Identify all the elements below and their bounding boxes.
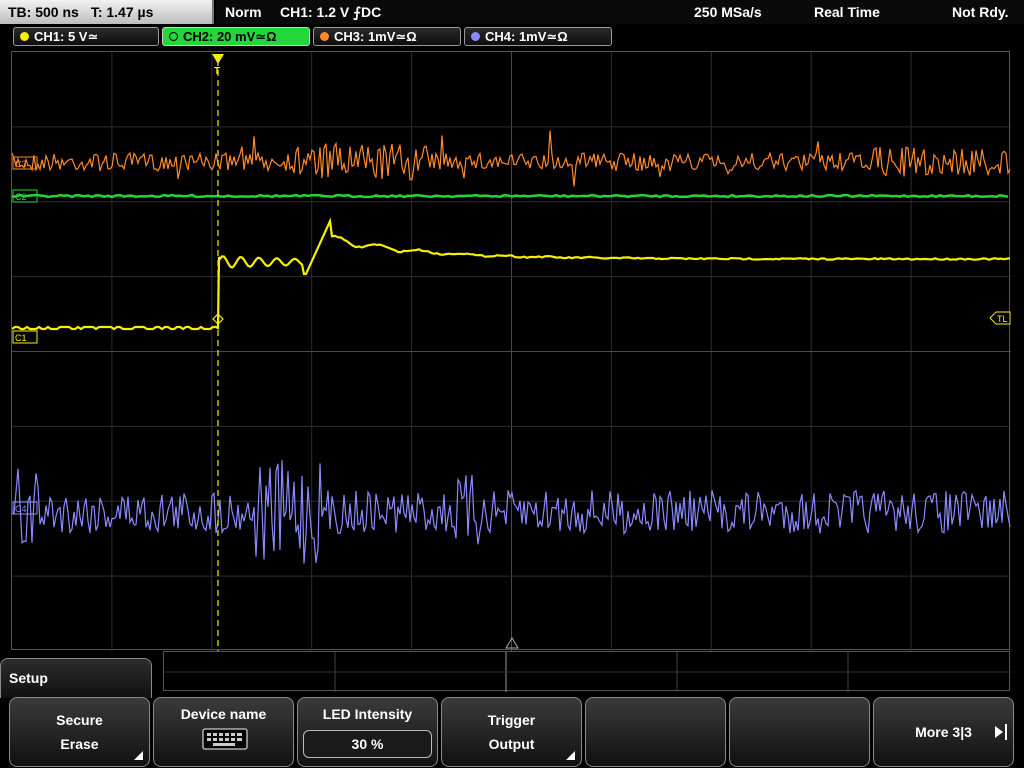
trigger-position-marker-icon[interactable] [212,54,224,64]
trigger-mode[interactable]: Norm [225,4,262,20]
secure-erase-softkey[interactable]: Secure Erase [9,697,150,767]
softkey-line1: Device name [180,706,267,722]
svg-text:C2: C2 [15,192,27,202]
waveform-svg: T C3 C2 C1 C4 TL [12,52,1011,651]
menu-title: Setup [9,670,48,686]
led-intensity-softkey[interactable]: LED Intensity 30 % [297,697,438,767]
acquisition-mode[interactable]: Real Time [814,4,880,20]
keyboard-icon [202,728,248,750]
led-intensity-value-box[interactable]: 30 % [303,730,432,758]
submenu-corner-icon [566,751,575,760]
svg-text:TL: TL [997,314,1008,324]
overview-grid [164,652,1011,692]
arrow-right-icon [995,726,1003,738]
channel-tab-ch2[interactable]: CH2: 20 mV≃Ω [162,27,310,46]
softkey-line1: LED Intensity [322,706,413,722]
empty-softkey-6[interactable] [729,697,870,767]
ch3-indicator-icon [320,32,329,41]
arrow-bar-icon [1005,724,1007,740]
ch2-indicator-icon [169,32,178,41]
softkey-line1: More 3|3 [915,724,972,740]
menu-title-tab[interactable]: Setup [0,658,152,698]
ch4-indicator-icon [471,32,480,41]
trigger-level-marker[interactable]: TL [989,311,1011,325]
ch3-label: CH3: 1mV≃Ω [334,28,417,44]
trigger-time-value: T: 1.47 µs [90,4,154,20]
ch1-indicator-icon [20,32,29,41]
ch1-offset-marker[interactable]: C1 [12,330,38,344]
graticule [12,52,1011,651]
svg-text:C1: C1 [15,333,27,343]
svg-text:C4: C4 [15,504,27,514]
timebase-box[interactable]: TB: 500 ns T: 1.47 µs [0,0,214,24]
trigger-info[interactable]: CH1: 1.2 V ⨍DC [280,4,381,21]
softkey-line1: Secure [56,712,103,728]
status-bar: Norm CH1: 1.2 V ⨍DC 250 MSa/s Real Time … [216,0,1024,24]
submenu-corner-icon [134,751,143,760]
channel-tab-ch4[interactable]: CH4: 1mV≃Ω [464,27,612,46]
ch4-label: CH4: 1mV≃Ω [485,28,568,44]
softkey-line2: Output [488,736,535,752]
trigger-state: Not Rdy. [952,4,1009,20]
ch2-label: CH2: 20 mV≃Ω [183,28,277,44]
channel-tab-ch3[interactable]: CH3: 1mV≃Ω [313,27,461,46]
waveform-display[interactable]: T C3 C2 C1 C4 TL [11,51,1011,651]
channel-tab-ch1[interactable]: CH1: 5 V≃ [13,27,159,46]
led-intensity-value: 30 % [351,736,384,752]
overview-strip [163,651,1011,692]
ch2-waveform [12,193,1009,199]
softkey-line1: Trigger [487,712,536,728]
trigger-position-label: T [214,66,220,77]
trigger-output-softkey[interactable]: Trigger Output [441,697,582,767]
more-softkey[interactable]: More 3|3 [873,697,1014,767]
device-name-softkey[interactable]: Device name [153,697,294,767]
svg-text:C3: C3 [15,159,27,169]
ch1-label: CH1: 5 V≃ [34,28,99,44]
empty-softkey-5[interactable] [585,697,726,767]
timebase-value: TB: 500 ns [8,4,79,20]
sample-rate: 250 MSa/s [694,4,762,20]
softkey-line2: Erase [60,736,99,752]
channel-tab-row: CH1: 5 V≃ CH2: 20 mV≃Ω CH3: 1mV≃Ω CH4: 1… [0,25,1024,49]
